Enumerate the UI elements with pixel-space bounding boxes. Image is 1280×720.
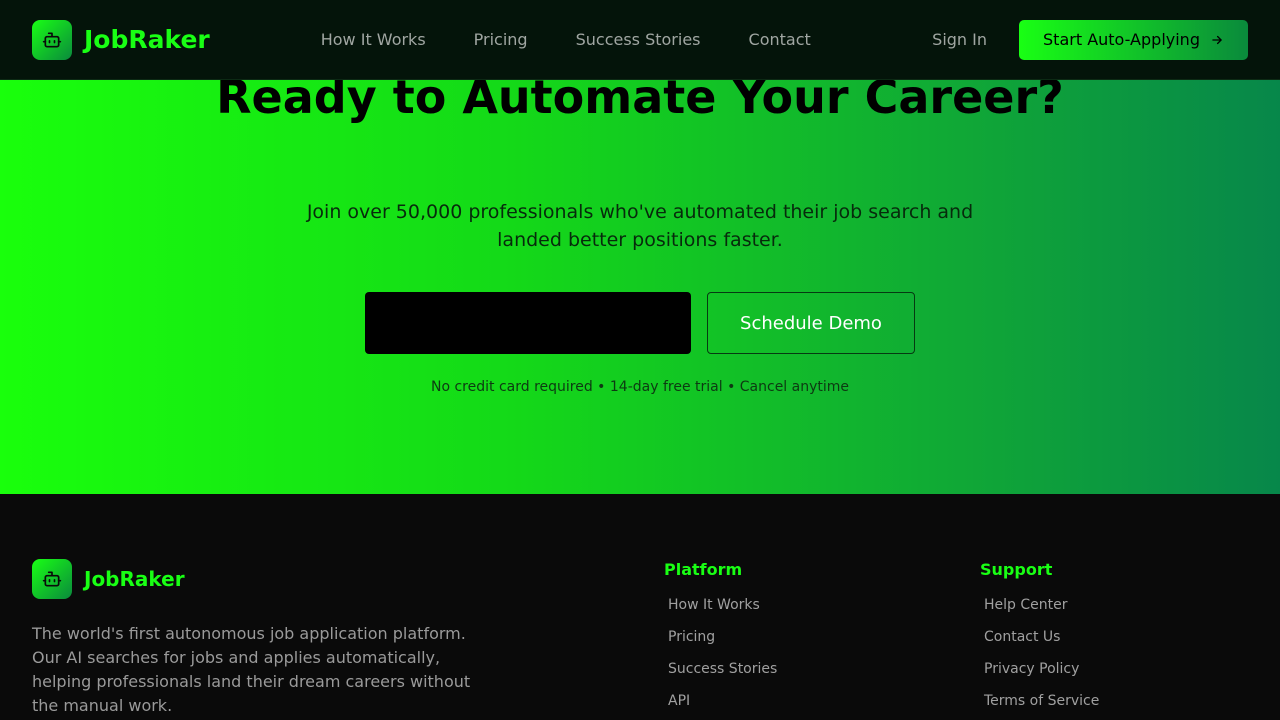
main-nav: How It Works Pricing Success Stories Con…: [321, 30, 811, 49]
footer-link-privacy-policy[interactable]: Privacy Policy: [980, 661, 1099, 693]
nav-how-it-works[interactable]: How It Works: [321, 30, 426, 49]
hero-title: Ready to Automate Your Career?: [216, 80, 1064, 124]
footer-support-title: Support: [980, 560, 1053, 579]
sign-in-link[interactable]: Sign In: [932, 30, 987, 49]
footer-platform-title: Platform: [664, 560, 743, 579]
hero-note: No credit card required • 14-day free tr…: [430, 379, 850, 395]
footer-logo[interactable]: JobRaker: [32, 559, 185, 599]
site-footer: JobRaker The world's first autonomous jo…: [0, 494, 1280, 720]
footer-link-contact-us[interactable]: Contact Us: [980, 629, 1099, 661]
footer-link-success-stories[interactable]: Success Stories: [664, 661, 777, 693]
cta-hero: Ready to Automate Your Career? Join over…: [0, 80, 1280, 494]
brand-name: JobRaker: [84, 25, 210, 54]
cta-label: Start Auto-Applying: [1043, 30, 1200, 49]
robot-icon: [32, 19, 72, 60]
arrow-right-icon: [1212, 35, 1222, 44]
footer-link-help-center[interactable]: Help Center: [980, 597, 1099, 629]
schedule-demo-button[interactable]: Schedule Demo: [707, 292, 915, 354]
nav-contact[interactable]: Contact: [749, 30, 811, 49]
hero-subtitle: Join over 50,000 professionals who've au…: [306, 201, 974, 251]
footer-brand-name: JobRaker: [84, 567, 185, 591]
footer-platform-column: Platform How It Works Pricing Success St…: [664, 560, 777, 720]
footer-link-api[interactable]: API: [664, 693, 777, 720]
brand-logo[interactable]: JobRaker: [32, 19, 210, 60]
robot-icon: [32, 559, 72, 599]
footer-description: The world's first autonomous job applica…: [32, 624, 471, 715]
start-auto-applying-button[interactable]: Start Auto-Applying: [1019, 19, 1248, 60]
footer-link-pricing[interactable]: Pricing: [664, 629, 777, 661]
footer-support-column: Support Help Center Contact Us Privacy P…: [980, 560, 1099, 720]
footer-link-terms[interactable]: Terms of Service: [980, 693, 1099, 720]
nav-pricing[interactable]: Pricing: [474, 30, 528, 49]
start-button-placeholder[interactable]: [365, 292, 691, 354]
site-header: JobRaker How It Works Pricing Success St…: [0, 0, 1280, 80]
nav-success-stories[interactable]: Success Stories: [576, 30, 701, 49]
footer-link-how-it-works[interactable]: How It Works: [664, 597, 777, 629]
